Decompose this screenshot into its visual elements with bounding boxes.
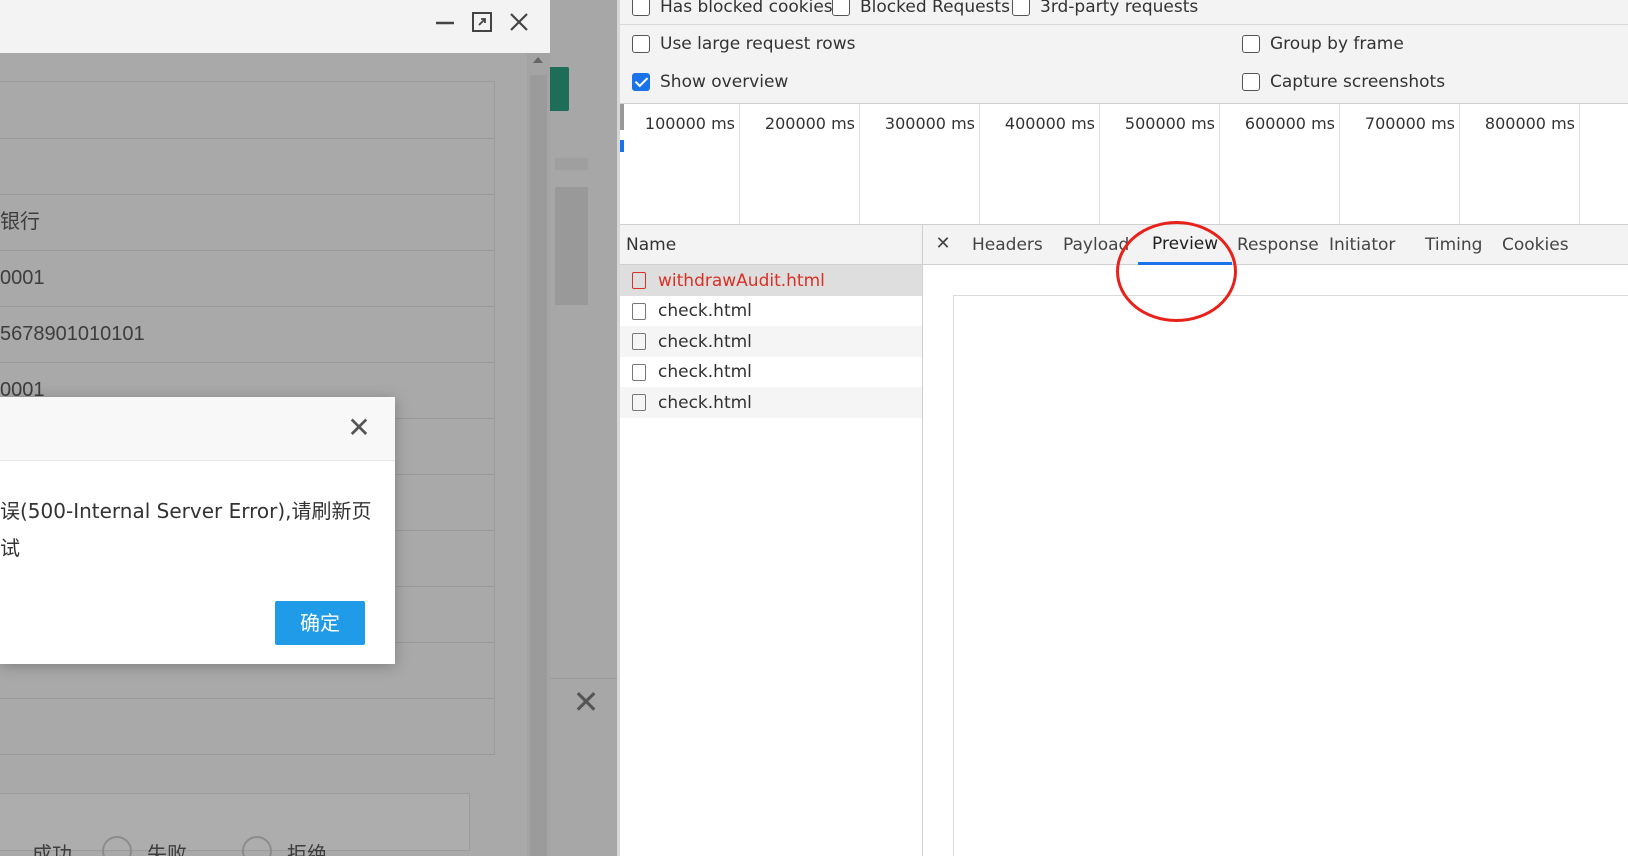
checkbox-show-overview[interactable]: Show overview [632, 72, 788, 92]
checkbox-label: Show overview [660, 72, 789, 92]
background-page-strip [550, 0, 617, 856]
minimize-icon[interactable] [432, 9, 458, 35]
confirm-button[interactable]: 确定 [275, 601, 365, 645]
red-annotation-circle [1116, 221, 1237, 322]
timeline-tick-label: 300000 ms [884, 114, 975, 133]
popup-window-titlebar [0, 0, 550, 53]
close-detail-icon[interactable]: ✕ [933, 233, 953, 255]
maximize-icon[interactable] [469, 9, 495, 35]
dialog-message: 误(500-Internal Server Error),请刷新页 试 [0, 499, 372, 560]
checkbox-blocked-requests[interactable]: Blocked Requests [832, 0, 1010, 17]
checkbox-large-rows[interactable]: Use large request rows [632, 34, 855, 54]
radio-label-reject: 拒绝 [287, 844, 327, 856]
checkbox-group-by-frame[interactable]: Group by frame [1242, 34, 1404, 54]
request-name: check.html [658, 392, 752, 413]
screen: ✕ 银行 0001 5678901010101 0001 成功 失败 拒绝 ✕ … [0, 0, 1628, 856]
form-row: 5678901010101 [0, 305, 495, 363]
form-row [0, 697, 495, 755]
timeline-tick: 600000 ms [1220, 104, 1340, 224]
detail-tabs: ✕ Headers Payload Preview Response Initiator… [923, 225, 1628, 265]
timeline-tick-label: 400000 ms [1004, 114, 1095, 133]
timeline-tick: 200000 ms [740, 104, 860, 224]
timeline-tick: 500000 ms [1100, 104, 1220, 224]
dialog-header: ✕ [0, 397, 395, 461]
settings-divider [620, 24, 1628, 25]
app-window-area: ✕ 银行 0001 5678901010101 0001 成功 失败 拒绝 ✕ … [0, 0, 617, 856]
checkbox-box[interactable] [832, 0, 850, 16]
checkbox-box[interactable] [632, 0, 650, 16]
form-row: 银行 [0, 193, 495, 251]
request-name: check.html [658, 362, 752, 382]
checkbox-has-blocked-cookies[interactable]: Has blocked cookies [632, 0, 833, 17]
background-block [555, 187, 588, 305]
checkbox-label: Group by frame [1270, 34, 1404, 54]
tab-initiator[interactable]: Initiator [1315, 225, 1409, 265]
network-overview-timeline[interactable]: 100000 ms 200000 ms 300000 ms 400000 ms 5000… [620, 104, 1628, 225]
checkbox-box[interactable] [632, 35, 650, 53]
request-row[interactable]: check.html [620, 326, 922, 357]
request-row[interactable]: check.html [620, 387, 922, 418]
timeline-tick: 100000 ms [620, 104, 740, 224]
background-bar [555, 158, 588, 170]
timeline-tick: 300000 ms [860, 104, 980, 224]
timeline-tick-label: 200000 ms [764, 114, 855, 133]
checkbox-box[interactable] [1242, 35, 1260, 53]
tab-cookies[interactable]: Cookies [1488, 225, 1583, 265]
request-name: withdrawAudit.html [658, 270, 825, 291]
name-column-header[interactable]: Name [620, 225, 922, 265]
background-close-icon[interactable]: ✕ [571, 686, 601, 718]
checkbox-box-checked[interactable] [632, 73, 650, 91]
document-icon [632, 394, 646, 411]
scroll-thumb[interactable] [530, 75, 547, 856]
timeline-tick: 700000 ms [1340, 104, 1460, 224]
tab-headers[interactable]: Headers [958, 225, 1057, 265]
devtools-network-panel: Has blocked cookies Blocked Requests 3rd… [617, 0, 1628, 856]
network-settings-bar: Has blocked cookies Blocked Requests 3rd… [620, 0, 1628, 104]
checkbox-label: 3rd-party requests [1040, 0, 1199, 17]
request-row[interactable]: check.html [620, 357, 922, 388]
background-divider [550, 678, 617, 679]
checkbox-third-party[interactable]: 3rd-party requests [1012, 0, 1198, 17]
document-icon [632, 363, 646, 381]
document-icon [632, 272, 646, 289]
request-name: check.html [658, 301, 752, 321]
tab-timing[interactable]: Timing [1411, 225, 1496, 265]
timeline-tick-label: 600000 ms [1244, 114, 1335, 133]
timeline-tick: 400000 ms [980, 104, 1100, 224]
preview-content [953, 295, 1628, 856]
checkbox-label: Use large request rows [660, 34, 856, 54]
checkbox-capture-screenshots[interactable]: Capture screenshots [1242, 72, 1445, 92]
request-row[interactable]: check.html [620, 296, 922, 327]
document-icon [632, 302, 646, 320]
popup-scrollbar[interactable] [527, 53, 550, 856]
request-row[interactable]: withdrawAudit.html [620, 265, 922, 296]
scroll-up-arrow-icon[interactable] [533, 57, 543, 63]
form-row [0, 137, 495, 195]
timeline-tick-label: 100000 ms [644, 114, 735, 133]
request-name: check.html [658, 331, 752, 352]
radio-label-success: 成功 [32, 844, 72, 856]
request-detail-pane: ✕ Headers Payload Preview Response Initiator… [923, 225, 1628, 856]
close-icon[interactable] [506, 9, 532, 35]
timeline-tick-label: 500000 ms [1124, 114, 1215, 133]
checkbox-label: Capture screenshots [1270, 72, 1446, 92]
document-icon [632, 333, 646, 350]
timeline-tick-label: 700000 ms [1364, 114, 1455, 133]
checkbox-label: Blocked Requests [860, 0, 1010, 17]
request-list: Name withdrawAudit.html check.html check.h… [620, 225, 923, 856]
checkbox-label: Has blocked cookies [660, 0, 833, 17]
radio-label-fail: 失败 [147, 844, 187, 856]
timeline-tick: 800000 ms [1460, 104, 1580, 224]
form-row [0, 81, 495, 139]
error-dialog: ✕ 误(500-Internal Server Error),请刷新页 试 确定 [0, 397, 395, 664]
checkbox-box[interactable] [1012, 0, 1030, 16]
checkbox-box[interactable] [1242, 73, 1260, 91]
timeline-tick-label: 800000 ms [1484, 114, 1575, 133]
form-row: 0001 [0, 249, 495, 307]
dialog-close-icon[interactable]: ✕ [345, 414, 373, 442]
